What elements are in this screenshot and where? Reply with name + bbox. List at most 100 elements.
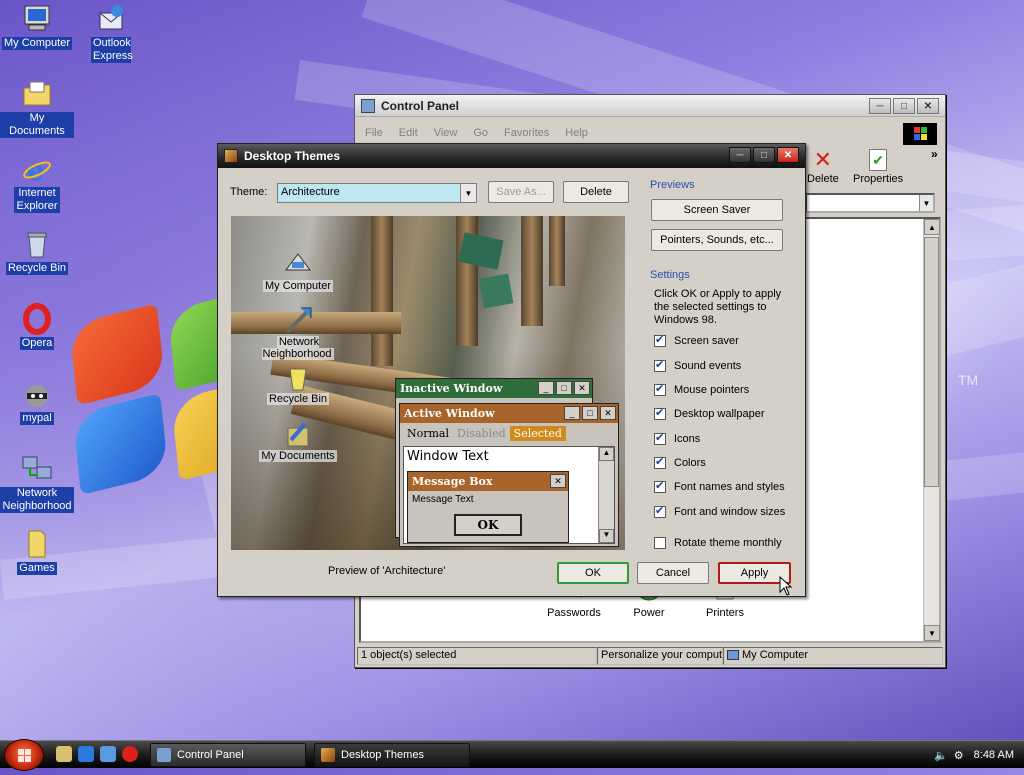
taskbar-button-desktop-themes[interactable]: Desktop Themes [314, 743, 470, 767]
folder-documents-icon [21, 78, 53, 110]
computer-icon [21, 3, 53, 35]
chevron-down-icon[interactable]: ▼ [919, 195, 933, 211]
minimize-icon: _ [538, 381, 554, 395]
scroll-up-arrow[interactable]: ▲ [924, 219, 940, 235]
desktop-icon-my-computer[interactable]: My Computer [0, 3, 74, 50]
desktop-icon-internet-explorer[interactable]: e Internet Explorer [0, 153, 74, 213]
cancel-button[interactable]: Cancel [637, 562, 709, 584]
maximize-icon: □ [582, 406, 598, 420]
address-bar[interactable]: ▼ [805, 193, 935, 213]
checkbox-sound-events[interactable]: Sound events [654, 358, 741, 372]
checkbox-mouse-pointers[interactable]: Mouse pointers [654, 382, 749, 396]
desktop-themes-title-icon [224, 149, 238, 163]
desktop-themes-dialog[interactable]: Desktop Themes ─ □ ✕ Theme: Architecture… [217, 143, 806, 597]
vertical-scrollbar[interactable]: ▲ ▼ [923, 219, 940, 641]
control-panel-titlebar[interactable]: Control Panel ─ □ ✕ [355, 95, 945, 117]
quicklaunch-opera-icon[interactable] [122, 746, 138, 762]
previews-heading: Previews [650, 179, 695, 191]
recycle-bin-icon [283, 363, 313, 391]
desktop-icon-outlook-express[interactable]: Outlook Express [74, 3, 148, 63]
theme-select[interactable]: Architecture ▼ [277, 183, 477, 203]
preview-icon-network-neighborhood: Network Neighborhood [248, 306, 348, 360]
start-button[interactable] [4, 739, 44, 771]
network-tray-icon[interactable]: ⚙ [954, 749, 964, 762]
close-icon: ✕ [600, 406, 616, 420]
checkbox-desktop-wallpaper[interactable]: Desktop wallpaper [654, 406, 765, 420]
preview-icon-recycle-bin: Recycle Bin [248, 363, 348, 405]
taskbar-button-control-panel[interactable]: Control Panel [150, 743, 306, 767]
internet-explorer-icon: e [21, 153, 53, 187]
control-panel-title: Control Panel [381, 98, 460, 113]
documents-icon [283, 420, 313, 448]
taskbar: Control Panel Desktop Themes 🔈 ⚙ 8:48 AM [0, 739, 1024, 771]
desktop-icon-games[interactable]: Games [0, 528, 74, 575]
checkbox-font-names[interactable]: Font names and styles [654, 479, 785, 493]
scroll-down-arrow[interactable]: ▼ [924, 625, 940, 641]
minimize-button[interactable]: ─ [729, 147, 751, 163]
desktop-icon-recycle-bin[interactable]: Recycle Bin [0, 228, 74, 275]
desktop-icon-my-documents[interactable]: My Documents [0, 78, 74, 138]
theme-label: Theme: [230, 186, 268, 198]
maximize-button[interactable]: □ [753, 147, 775, 163]
menu-edit[interactable]: Edit [399, 127, 418, 139]
mouse-cursor-icon [779, 575, 793, 599]
close-icon: ✕ [550, 474, 566, 488]
windows-flag-icon [18, 749, 31, 762]
quicklaunch-show-desktop-icon[interactable] [56, 746, 72, 762]
minimize-button[interactable]: ─ [869, 98, 891, 114]
checkbox-icons[interactable]: Icons [654, 431, 700, 445]
menu-go[interactable]: Go [473, 127, 488, 139]
checkbox-colors[interactable]: Colors [654, 455, 706, 469]
checkbox-font-sizes[interactable]: Font and window sizes [654, 504, 785, 518]
preview-caption: Preview of 'Architecture' [328, 565, 446, 577]
menu-favorites[interactable]: Favorites [504, 127, 549, 139]
status-selected: 1 object(s) selected [357, 647, 597, 665]
menu-file[interactable]: File [365, 127, 383, 139]
clock[interactable]: 8:48 AM [974, 749, 1014, 761]
preview-icon-my-documents: My Documents [248, 420, 348, 462]
desktop-themes-titlebar[interactable]: Desktop Themes ─ □ ✕ [218, 144, 805, 168]
settings-description: Click OK or Apply to apply the selected … [654, 288, 782, 326]
status-zone: My Computer [723, 647, 943, 665]
outlook-express-icon [95, 3, 127, 35]
raccoon-icon [21, 378, 53, 410]
volume-icon[interactable]: 🔈 [934, 749, 948, 762]
preview-msgbox-titlebar: Message Box [408, 472, 568, 491]
desktop-icon-opera[interactable]: Opera [0, 303, 74, 350]
close-button[interactable]: ✕ [917, 98, 939, 114]
menu-help[interactable]: Help [565, 127, 588, 139]
pointers-sounds-button[interactable]: Pointers, Sounds, etc... [651, 229, 783, 251]
scroll-thumb[interactable] [924, 237, 939, 487]
close-icon: ✕ [574, 381, 590, 395]
toolbar-delete-button[interactable]: ✕ Delete [807, 147, 839, 185]
wallpaper-tm: TM [958, 372, 979, 388]
control-panel-icon [157, 748, 171, 762]
save-as-button[interactable]: Save As... [488, 181, 554, 203]
settings-heading: Settings [650, 269, 690, 281]
recycle-bin-icon [21, 228, 53, 260]
chevron-down-icon[interactable]: ▼ [460, 184, 476, 202]
desktop-themes-icon [321, 748, 335, 762]
toolbar-overflow-chevron[interactable]: » [931, 147, 938, 161]
maximize-button[interactable]: □ [893, 98, 915, 114]
screen-saver-button[interactable]: Screen Saver [651, 199, 783, 221]
menu-view[interactable]: View [434, 127, 458, 139]
desktop-icon-mypal[interactable]: mypal [0, 378, 74, 425]
checkbox-rotate-monthly[interactable]: Rotate theme monthly [654, 537, 782, 549]
ok-button[interactable]: OK [557, 562, 629, 584]
checkbox-screen-saver[interactable]: Screen saver [654, 333, 739, 347]
desktop-themes-title: Desktop Themes [244, 149, 341, 163]
quicklaunch-ie-icon[interactable] [78, 746, 94, 762]
close-button[interactable]: ✕ [777, 147, 799, 163]
status-bar: 1 object(s) selected Personalize your co… [357, 647, 943, 665]
preview-menubar: Normal Disabled Selected [400, 423, 618, 443]
quicklaunch-outlook-icon[interactable] [100, 746, 116, 762]
my-computer-small-icon [727, 650, 739, 661]
delete-theme-button[interactable]: Delete [563, 181, 629, 203]
toolbar-properties-button[interactable]: ✔ Properties [853, 147, 903, 185]
network-icon [21, 453, 53, 485]
control-panel-title-icon [361, 98, 375, 113]
properties-icon: ✔ [869, 149, 888, 171]
desktop-icon-network-neighborhood[interactable]: Network Neighborhood [0, 453, 74, 513]
preview-message-box: Message Box ✕ Message Text OK [407, 471, 569, 543]
